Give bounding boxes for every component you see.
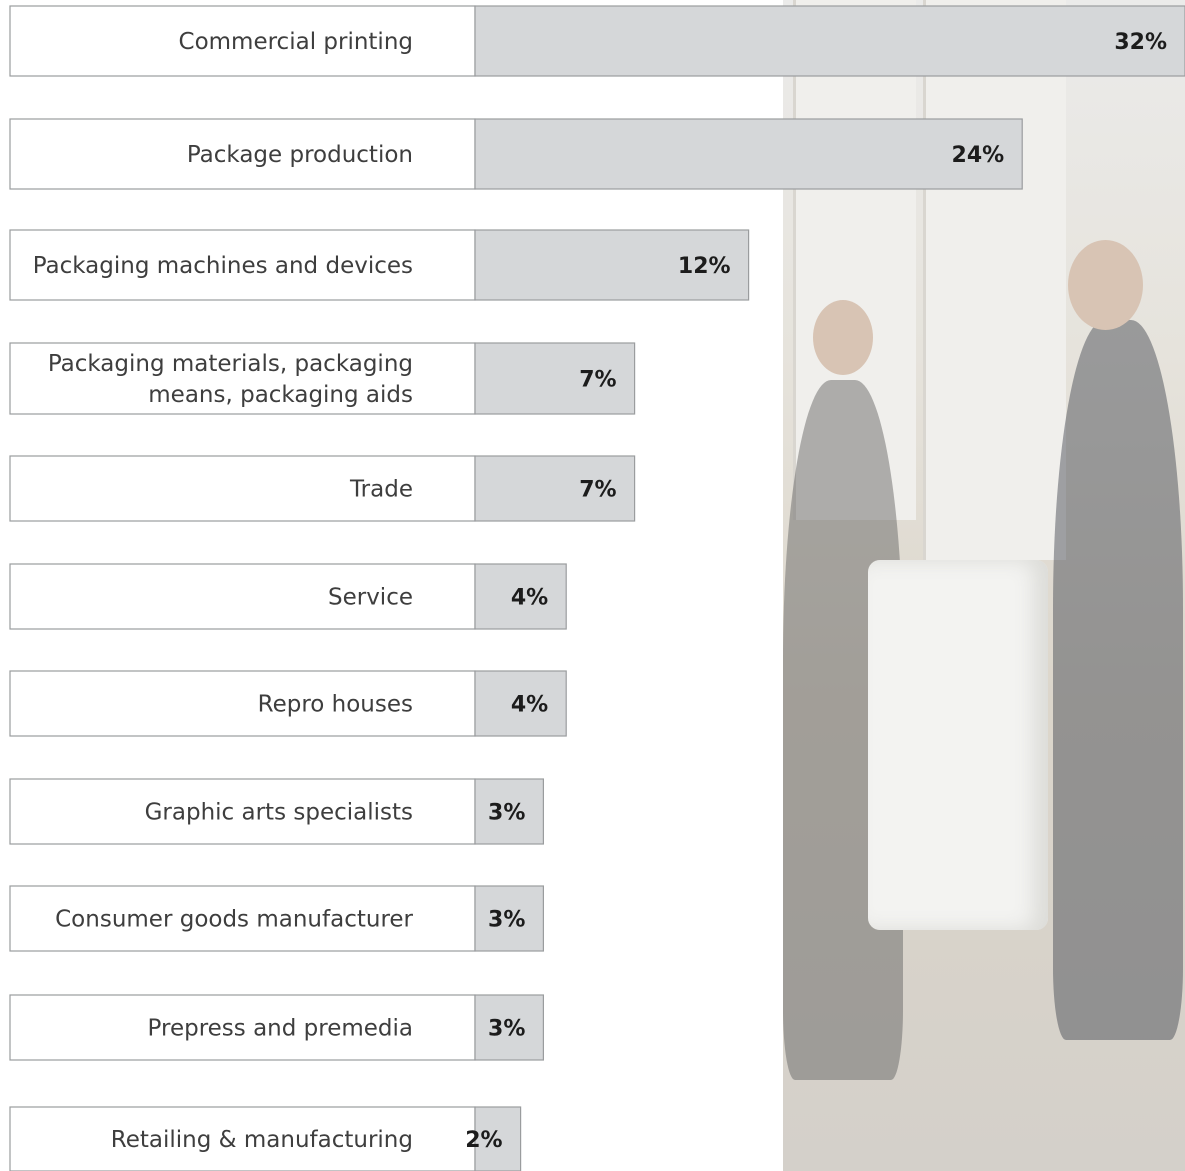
bar-chart: Commercial printing 32% Package production… — [9, 5, 1185, 1171]
category-label: Package production — [187, 142, 413, 168]
category-label: Trade — [349, 477, 413, 503]
bar-group: Graphic arts specialists 3% — [9, 778, 545, 845]
category-label: Prepress and premedia — [148, 1016, 413, 1042]
category-label: Repro houses — [258, 692, 413, 718]
category-label: Retailing & manufacturing — [111, 1127, 413, 1153]
bar-group: Commercial printing 32% — [9, 5, 1185, 77]
category-label: Service — [328, 585, 413, 611]
value-label: 24% — [952, 143, 1005, 168]
value-label: 7% — [579, 478, 616, 503]
value-label: 3% — [488, 1017, 525, 1042]
value-label: 3% — [488, 801, 525, 826]
bar-group: Repro houses 4% — [9, 670, 567, 737]
value-label: 2% — [465, 1128, 502, 1153]
bar-group: Package production 24% — [9, 118, 1023, 190]
bar-group: Consumer goods manufacturer 3% — [9, 885, 545, 952]
bar-group: Retailing & manufacturing 2% — [9, 1106, 522, 1171]
value-label: 12% — [678, 254, 731, 279]
category-label: Graphic arts specialists — [145, 800, 413, 826]
category-label: Packaging materials, packaging — [48, 351, 413, 377]
value-label: 4% — [511, 693, 548, 718]
value-label: 3% — [488, 908, 525, 933]
bar-group: Prepress and premedia 3% — [9, 994, 545, 1061]
bar-group: Packaging machines and devices 12% — [9, 229, 750, 301]
category-label: Commercial printing — [179, 29, 413, 55]
bar — [474, 5, 1185, 77]
bar — [474, 118, 1023, 190]
value-label: 32% — [1114, 30, 1167, 55]
category-label: Consumer goods manufacturer — [55, 907, 413, 933]
value-label: 4% — [511, 586, 548, 611]
value-label: 7% — [579, 368, 616, 393]
category-label: Packaging machines and devices — [33, 253, 413, 279]
bar-group: Packaging materials, packaging means, pac… — [9, 342, 636, 415]
bar-group: Service 4% — [9, 563, 567, 630]
bar-group: Trade 7% — [9, 455, 636, 522]
category-label: means, packaging aids — [148, 382, 413, 408]
